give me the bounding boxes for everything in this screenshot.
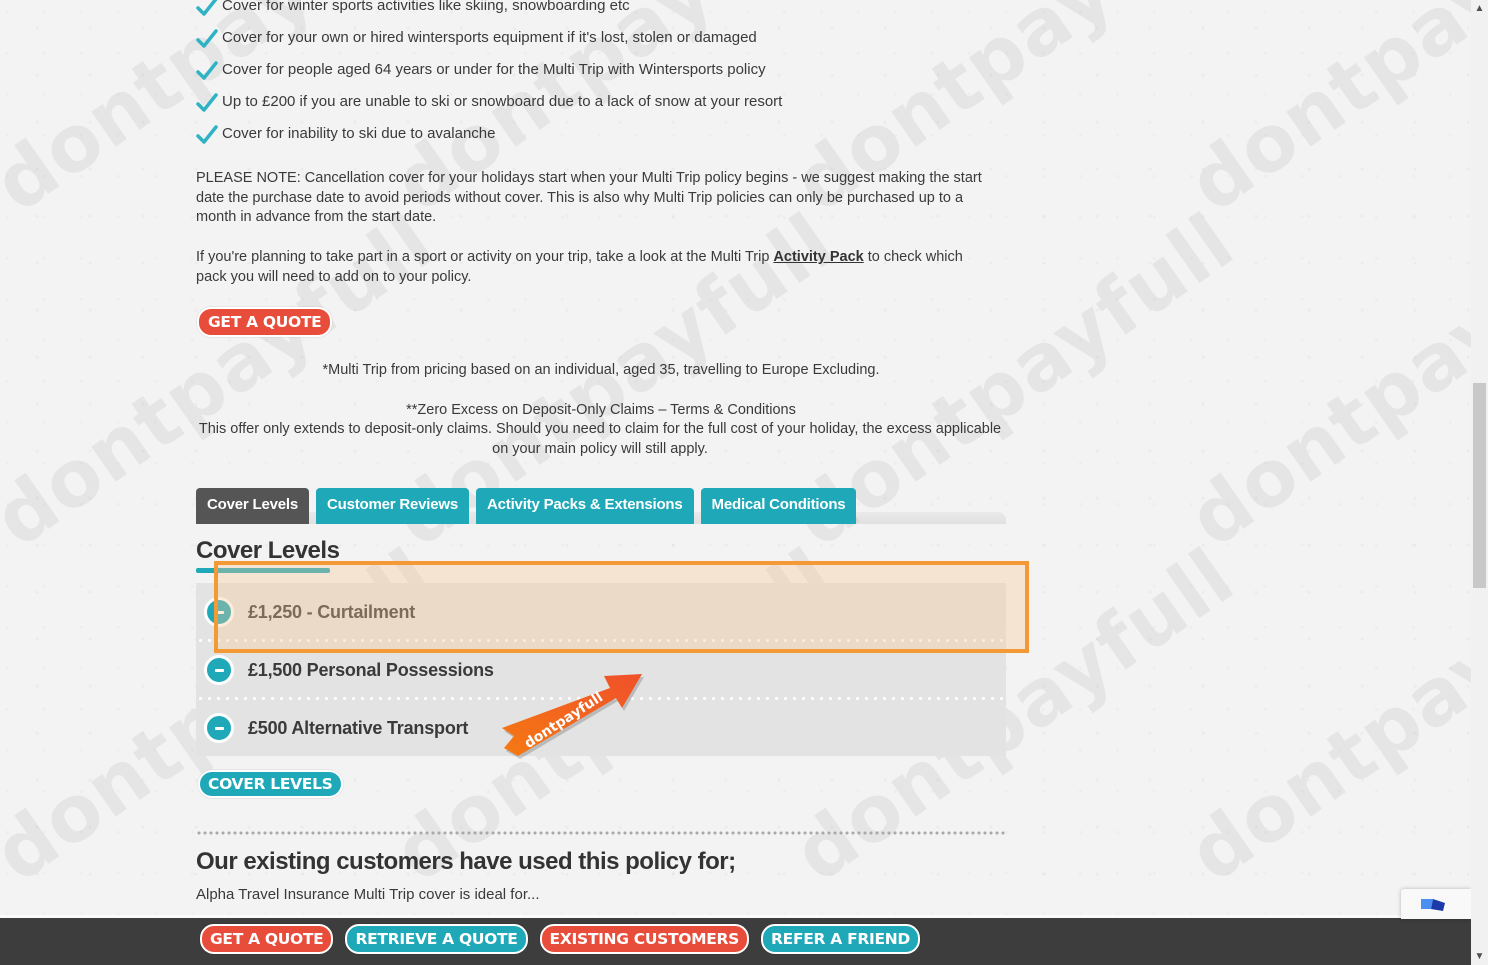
tab-medical-conditions[interactable]: Medical Conditions	[700, 488, 857, 524]
heading-underline	[196, 568, 330, 573]
feature-item: Cover for your own or hired wintersports…	[196, 22, 782, 54]
tab-activity-packs[interactable]: Activity Packs & Extensions	[476, 488, 694, 524]
checkmark-icon	[196, 93, 218, 112]
customers-heading: Our existing customers have used this po…	[196, 848, 736, 875]
feature-item: Cover for people aged 64 years or under …	[196, 54, 782, 86]
checkmark-icon	[196, 125, 218, 144]
feature-item: Up to £200 if you are unable to ski or s…	[196, 86, 782, 118]
tab-cover-levels[interactable]: Cover Levels	[196, 488, 309, 524]
footer-buttons: GET A QUOTE RETRIEVE A QUOTE EXISTING CU…	[200, 924, 920, 954]
excess-body: This offer only extends to deposit-only …	[198, 421, 1002, 457]
pricing-note: *Multi Trip from pricing based on an ind…	[322, 362, 880, 378]
feature-list: Cover for winter sports activities like …	[196, 0, 782, 150]
accordion-label: £1,500 Personal Possessions	[248, 659, 494, 680]
recaptcha-badge[interactable]	[1401, 889, 1471, 919]
feature-text: Cover for your own or hired wintersports…	[222, 29, 757, 46]
accordion-item[interactable]: £1,500 Personal Possessions	[196, 641, 1006, 700]
activity-text-before: If you're planning to take part in a spo…	[196, 249, 774, 265]
accordion-label: £500 Alternative Transport	[248, 717, 469, 738]
collapse-icon[interactable]	[204, 655, 234, 685]
accordion-item[interactable]: £1,250 - Curtailment	[196, 583, 1006, 642]
footer-refer-friend-button[interactable]: REFER A FRIEND	[761, 924, 920, 954]
footer-get-quote-button[interactable]: GET A QUOTE	[200, 924, 334, 954]
footer-retrieve-quote-button[interactable]: RETRIEVE A QUOTE	[345, 924, 528, 954]
footer-existing-customers-button[interactable]: EXISTING CUSTOMERS	[539, 924, 750, 954]
cover-levels-heading: Cover Levels	[196, 537, 340, 564]
checkmark-icon	[196, 0, 218, 16]
scroll-up-arrow-icon[interactable]: ▲	[1471, 0, 1488, 17]
feature-text: Up to £200 if you are unable to ski or s…	[222, 93, 783, 110]
cover-levels-accordion: £1,250 - Curtailment £1,500 Personal Pos…	[196, 583, 1006, 756]
excess-title: **Zero Excess on Deposit-Only Claims – T…	[406, 402, 796, 418]
dotted-separator	[196, 831, 1006, 835]
vertical-scrollbar[interactable]: ▲ ▼	[1471, 0, 1488, 965]
feature-item: Cover for winter sports activities like …	[196, 0, 782, 22]
feature-text: Cover for people aged 64 years or under …	[222, 61, 766, 78]
cancellation-note: PLEASE NOTE: Cancellation cover for your…	[196, 170, 982, 225]
collapse-icon[interactable]	[204, 597, 234, 627]
tab-customer-reviews[interactable]: Customer Reviews	[315, 488, 470, 524]
scroll-down-arrow-icon[interactable]: ▼	[1471, 948, 1488, 965]
get-a-quote-button[interactable]: GET A QUOTE	[197, 307, 333, 337]
cover-levels-button[interactable]: COVER LEVELS	[198, 770, 343, 798]
feature-item: Cover for inability to ski due to avalan…	[196, 118, 782, 150]
accordion-item[interactable]: £500 Alternative Transport	[196, 699, 1006, 757]
tab-bar: Cover Levels Customer Reviews Activity P…	[196, 488, 857, 524]
activity-paragraph: If you're planning to take part in a spo…	[196, 248, 996, 287]
scrollbar-thumb[interactable]	[1473, 383, 1486, 588]
activity-pack-link[interactable]: Activity Pack	[773, 249, 863, 265]
feature-text: Cover for inability to ski due to avalan…	[222, 125, 496, 142]
customers-subtitle: Alpha Travel Insurance Multi Trip cover …	[196, 886, 540, 903]
feature-text: Cover for winter sports activities like …	[222, 0, 630, 14]
accordion-label: £1,250 - Curtailment	[248, 601, 416, 622]
recaptcha-icon	[1421, 899, 1445, 911]
collapse-icon[interactable]	[204, 713, 234, 743]
checkmark-icon	[196, 61, 218, 80]
checkmark-icon	[196, 29, 218, 48]
